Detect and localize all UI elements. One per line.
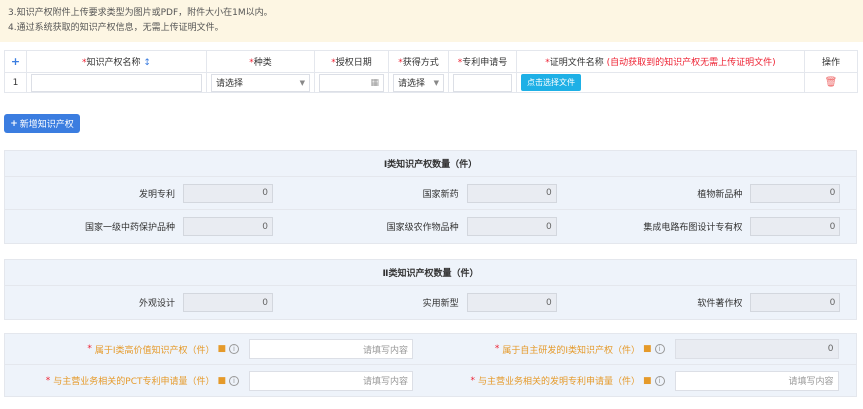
add-row-icon[interactable]: + bbox=[4, 50, 27, 73]
high-value-ip-label: * 属于Ⅰ类高价值知识产权（件） ■ i bbox=[5, 343, 249, 356]
national-drug-field: 0 bbox=[466, 183, 557, 203]
notice-line-3: 3.知识产权附件上传要求类型为图片或PDF，附件大小在1M以内。 bbox=[8, 8, 273, 18]
patent-no-input[interactable] bbox=[453, 73, 512, 92]
class1-section: Ⅰ类知识产权数量（件） 发明专利 0 国家新药 0 植物新品种 0 国家一级中药保护品… bbox=[4, 150, 857, 244]
book-icon: ■ bbox=[642, 375, 652, 386]
info-icon[interactable]: i bbox=[229, 375, 239, 386]
invention-patent-app-input[interactable]: 请填写内容 bbox=[674, 370, 839, 391]
row-index: 1 bbox=[4, 72, 27, 93]
method-select[interactable]: 请选择 ▼ bbox=[393, 73, 444, 92]
name-input[interactable] bbox=[31, 73, 202, 92]
table-header-row: + *知识产权名称 ↕ *种类 *授权日期 *获得方式 *专利申请号 *证明文件… bbox=[4, 50, 858, 73]
field-label: 国家一级中药保护品种 bbox=[84, 223, 175, 233]
col-header-date: *授权日期 bbox=[314, 50, 389, 73]
chevron-down-icon: ▼ bbox=[433, 78, 439, 87]
class2-title: Ⅱ类知识产权数量（件） bbox=[5, 260, 856, 286]
self-developed-ip-label: * 属于自主研发的Ⅰ类知识产权（件） ■ i bbox=[431, 343, 675, 356]
pct-patent-label: * 与主营业务相关的PCT专利申请量（件） ■ i bbox=[5, 374, 249, 387]
class1-title: Ⅰ类知识产权数量（件） bbox=[5, 151, 856, 177]
software-copyright-field: 0 bbox=[750, 293, 841, 312]
pct-patent-input[interactable]: 请填写内容 bbox=[249, 370, 413, 391]
date-picker[interactable]: ▦ bbox=[319, 73, 384, 92]
table-row: 1 请选择 ▼ ▦ 请选择 ▼ 点击选择文件 🗑 bbox=[4, 72, 858, 93]
class2-section: Ⅱ类知识产权数量（件） 外观设计 0 实用新型 0 软件著作权 0 bbox=[4, 259, 857, 320]
add-ip-button[interactable]: + 新增知识产权 bbox=[4, 114, 80, 133]
book-icon: ■ bbox=[217, 344, 226, 354]
high-value-ip-input[interactable]: 请填写内容 bbox=[249, 339, 413, 359]
upload-button[interactable]: 点击选择文件 bbox=[521, 74, 581, 91]
field-label: 植物新品种 bbox=[697, 189, 743, 200]
col-header-name: *知识产权名称 ↕ bbox=[26, 50, 207, 73]
utility-model-field: 0 bbox=[466, 293, 557, 312]
field-label: 实用新型 bbox=[422, 299, 459, 309]
tcm-protection-field: 0 bbox=[183, 217, 273, 236]
invention-patent-app-label: * 与主营业务相关的发明专利申请量（件） ■ i bbox=[431, 374, 675, 387]
field-label: 软件著作权 bbox=[697, 299, 743, 309]
book-icon: ■ bbox=[217, 375, 226, 386]
col-header-op: 操作 bbox=[804, 50, 858, 73]
field-label: 集成电路布图设计专有权 bbox=[643, 223, 743, 233]
field-label: 发明专利 bbox=[138, 189, 175, 200]
col-header-proof: *证明文件名称 (自动获取到的知识产权无需上传证明文件) bbox=[516, 50, 805, 73]
crop-variety-field: 0 bbox=[466, 217, 557, 236]
type-select[interactable]: 请选择 ▼ bbox=[211, 73, 310, 92]
calendar-icon: ▦ bbox=[370, 77, 379, 88]
ip-table: + *知识产权名称 ↕ *种类 *授权日期 *获得方式 *专利申请号 *证明文件… bbox=[4, 50, 858, 93]
col-header-patent-no: *专利申请号 bbox=[448, 50, 517, 73]
info-icon[interactable]: i bbox=[654, 344, 665, 354]
chevron-down-icon: ▼ bbox=[299, 78, 305, 87]
col-header-method: *获得方式 bbox=[388, 50, 449, 73]
delete-icon[interactable]: 🗑 bbox=[825, 77, 838, 88]
info-icon[interactable]: i bbox=[229, 344, 239, 354]
notice-line-4: 4.通过系统获取的知识产权信息，无需上传证明文件。 bbox=[8, 23, 224, 33]
notice-panel: 3.知识产权附件上传要求类型为图片或PDF，附件大小在1M以内。 4.通过系统获… bbox=[0, 0, 863, 42]
plant-variety-field: 0 bbox=[750, 183, 841, 203]
field-label: 国家级农作物品种 bbox=[386, 223, 459, 233]
field-label: 国家新药 bbox=[422, 189, 459, 200]
field-label: 外观设计 bbox=[138, 299, 175, 309]
book-icon: ■ bbox=[642, 344, 652, 354]
ic-layout-field: 0 bbox=[750, 217, 841, 236]
extra-section: * 属于Ⅰ类高价值知识产权（件） ■ i 请填写内容 * 属于自主研发的Ⅰ类知识产权（件… bbox=[4, 333, 857, 397]
self-developed-ip-field: 0 bbox=[674, 339, 839, 359]
plus-icon: + bbox=[10, 118, 18, 129]
design-patent-field: 0 bbox=[183, 293, 273, 312]
col-header-type: *种类 bbox=[206, 50, 315, 73]
invention-patent-field: 0 bbox=[183, 183, 273, 203]
info-icon[interactable]: i bbox=[654, 375, 665, 386]
